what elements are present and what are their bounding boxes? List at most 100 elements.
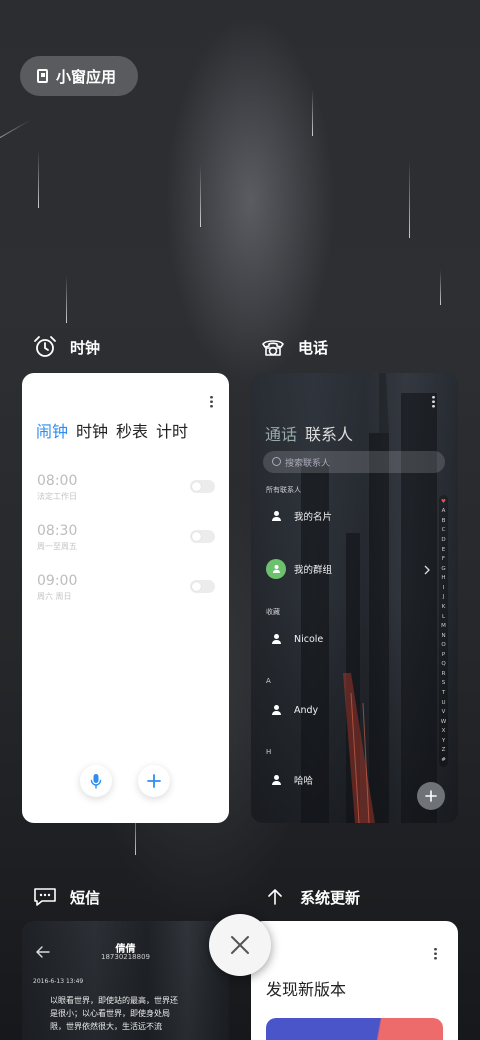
my-groups-row[interactable]: 我的群组 xyxy=(266,559,332,579)
alarm-repeat: 周六 周日 xyxy=(37,592,72,601)
small-window-apps-button[interactable]: 小窗应用 xyxy=(20,56,138,96)
clock-app-header: 时钟 xyxy=(32,334,100,360)
index-letter[interactable]: G xyxy=(441,566,445,572)
index-letter[interactable]: Q xyxy=(441,661,445,667)
contact-name: Andy xyxy=(294,704,319,716)
contact-row[interactable]: 哈哈 xyxy=(266,770,313,790)
more-options-icon[interactable] xyxy=(432,395,435,408)
section-header: H xyxy=(266,748,272,756)
index-letter[interactable]: O xyxy=(441,642,445,648)
index-letter[interactable]: I xyxy=(443,585,445,591)
plus-icon xyxy=(147,774,161,788)
person-icon xyxy=(266,700,286,720)
index-letter[interactable]: ♥ xyxy=(441,499,446,505)
alphabet-index-scrollbar[interactable]: ♥ A B C D E F G H I J K L M N O P Q R S T U V W X Y Z # xyxy=(439,495,448,767)
arrow-up-icon xyxy=(262,884,288,910)
small-window-label: 小窗应用 xyxy=(56,67,117,86)
message-bubble-icon xyxy=(32,884,58,910)
my-card-label: 我的名片 xyxy=(294,512,333,523)
index-letter[interactable]: D xyxy=(441,537,445,543)
tab-stopwatch[interactable]: 秒表 xyxy=(116,418,148,442)
alarm-time: 08:30 xyxy=(37,523,78,539)
index-letter[interactable]: K xyxy=(442,604,446,610)
chevron-right-icon xyxy=(424,565,430,575)
index-letter[interactable]: R xyxy=(442,671,446,677)
sms-app-card[interactable]: 倩倩 18730218809 2016-6-13 13:49 以眼看世界，即使站… xyxy=(22,921,229,1040)
index-letter[interactable]: N xyxy=(441,633,445,639)
alarm-item[interactable]: 09:00 周六 周日 xyxy=(37,573,215,602)
index-letter[interactable]: B xyxy=(442,518,446,524)
index-letter[interactable]: E xyxy=(442,547,445,553)
new-version-headline: 发现新版本 xyxy=(266,980,347,999)
sms-app-header: 短信 xyxy=(32,884,100,910)
contact-name: Nicole xyxy=(294,633,324,645)
more-options-icon[interactable] xyxy=(434,947,437,960)
favorites-label: 收藏 xyxy=(266,608,280,616)
index-letter[interactable]: C xyxy=(442,527,446,533)
update-app-card[interactable]: 发现新版本 xyxy=(251,921,458,1040)
index-letter[interactable]: P xyxy=(442,652,445,658)
phone-app-card[interactable]: 通话 联系人 搜索联系人 所有联系人 我的名片 我的群组 收藏 Nicole A… xyxy=(251,373,458,823)
index-letter[interactable]: W xyxy=(441,719,446,725)
conversation-phone-number: 18730218809 xyxy=(101,953,150,961)
clock-tabs: 闹钟 时钟 秒表 计时 xyxy=(36,418,188,442)
contact-search-input[interactable]: 搜索联系人 xyxy=(263,451,445,473)
index-letter[interactable]: U xyxy=(441,700,445,706)
contact-name: 哈哈 xyxy=(294,776,314,787)
alarm-item[interactable]: 08:30 周一至周五 xyxy=(37,523,215,552)
index-letter[interactable]: L xyxy=(442,614,445,620)
index-letter[interactable]: T xyxy=(442,690,445,696)
phone-tabs: 通话 联系人 xyxy=(265,421,353,445)
my-groups-label: 我的群组 xyxy=(294,565,333,576)
alarm-time: 08:00 xyxy=(37,473,78,489)
index-letter[interactable]: S xyxy=(442,680,446,686)
telephone-icon xyxy=(260,334,286,360)
index-letter[interactable]: X xyxy=(442,728,446,734)
section-header: A xyxy=(266,677,271,685)
index-letter[interactable]: J xyxy=(443,594,445,600)
index-letter[interactable]: Z xyxy=(442,747,446,753)
update-banner-graphic xyxy=(266,1018,443,1040)
index-letter[interactable]: A xyxy=(442,508,446,514)
tab-calls[interactable]: 通话 xyxy=(265,421,297,445)
alarm-toggle[interactable] xyxy=(190,580,215,593)
message-bubble: 以眼看世界，即使站的最高，世界还是很小；以心看世界，即使身处局限，世界依然很大，… xyxy=(50,996,178,1031)
add-alarm-button[interactable] xyxy=(138,765,170,797)
index-letter[interactable]: F xyxy=(442,556,445,562)
phone-app-header: 电话 xyxy=(260,334,328,360)
index-letter[interactable]: V xyxy=(442,709,446,715)
alarm-repeat: 法定工作日 xyxy=(37,492,77,501)
alarm-item[interactable]: 08:00 法定工作日 xyxy=(37,473,215,502)
alarm-toggle[interactable] xyxy=(190,480,215,493)
more-options-icon[interactable] xyxy=(210,395,213,408)
alarm-repeat: 周一至周五 xyxy=(37,542,77,551)
index-letter[interactable]: H xyxy=(441,575,445,581)
update-app-title: 系统更新 xyxy=(300,888,361,907)
tab-alarm[interactable]: 闹钟 xyxy=(36,418,68,442)
group-icon xyxy=(266,559,286,579)
index-letter[interactable]: # xyxy=(441,757,446,763)
clear-all-button[interactable] xyxy=(209,914,271,976)
close-icon xyxy=(231,936,249,954)
person-icon xyxy=(266,506,286,526)
tab-timer[interactable]: 计时 xyxy=(156,418,188,442)
my-card-row[interactable]: 我的名片 xyxy=(266,506,332,526)
message-timestamp: 2016-6-13 13:49 xyxy=(33,978,84,985)
contact-row[interactable]: Andy xyxy=(266,700,318,720)
microphone-icon xyxy=(90,774,102,789)
add-contact-button[interactable] xyxy=(417,782,445,810)
contact-row[interactable]: Nicole xyxy=(266,629,323,649)
sms-app-title: 短信 xyxy=(70,888,101,907)
alarm-time: 09:00 xyxy=(37,573,78,589)
phone-app-title: 电话 xyxy=(298,338,329,357)
tab-clock[interactable]: 时钟 xyxy=(76,418,108,442)
clock-app-card[interactable]: 闹钟 时钟 秒表 计时 08:00 法定工作日 08:30 周一至周五 09:0… xyxy=(22,373,229,823)
person-icon xyxy=(266,770,286,790)
small-window-icon xyxy=(37,69,48,83)
tab-contacts[interactable]: 联系人 xyxy=(305,421,353,445)
voice-alarm-button[interactable] xyxy=(80,765,112,797)
update-app-header: 系统更新 xyxy=(262,884,360,910)
index-letter[interactable]: Y xyxy=(442,738,445,744)
alarm-toggle[interactable] xyxy=(190,530,215,543)
index-letter[interactable]: M xyxy=(441,623,446,629)
